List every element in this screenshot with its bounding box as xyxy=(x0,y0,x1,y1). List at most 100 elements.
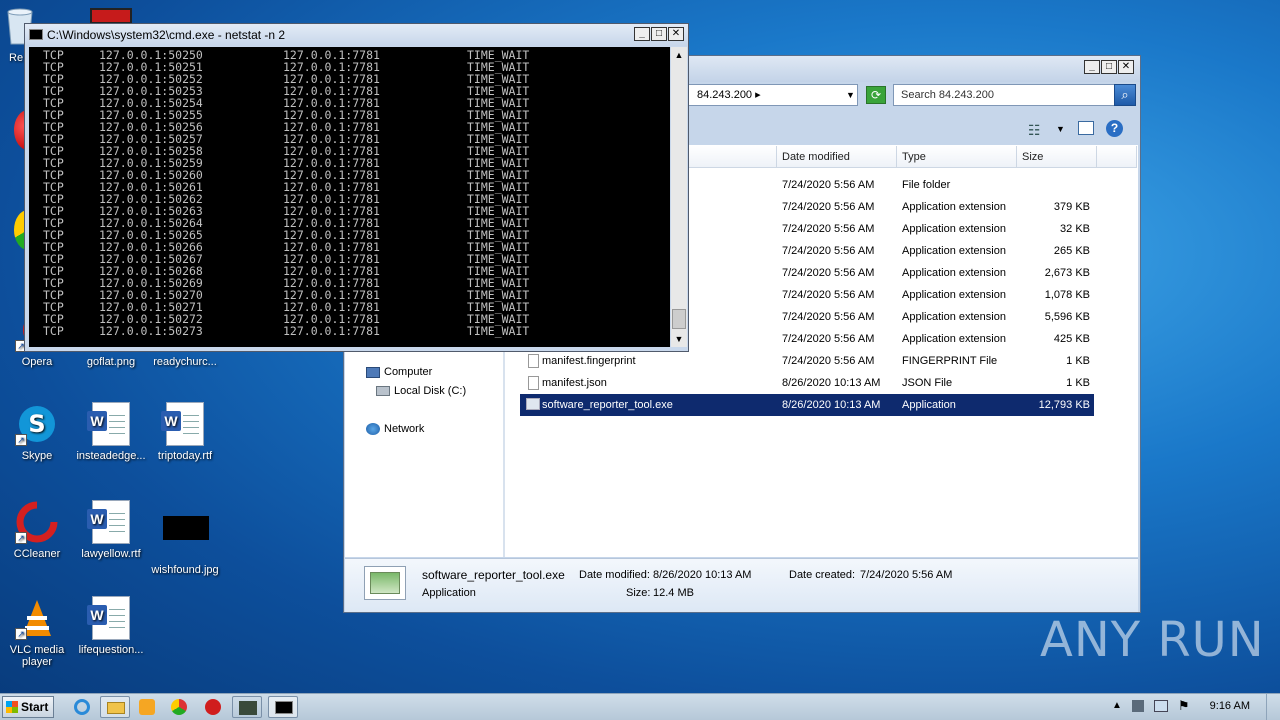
refresh-icon[interactable]: ⟳ xyxy=(866,86,886,104)
file-size: 2,673 KB xyxy=(1044,267,1090,279)
file-date: 8/26/2020 10:13 AM xyxy=(782,399,881,411)
tray-expand-icon[interactable]: ▲ xyxy=(1112,700,1122,711)
vlc-cone-icon: ↗ xyxy=(15,596,59,640)
tray-display-icon[interactable] xyxy=(1154,700,1168,712)
preview-pane-icon[interactable] xyxy=(1078,121,1094,135)
cmd-window-controls: _ □ ✕ xyxy=(634,27,684,41)
view-options-icon[interactable]: ☷ xyxy=(1028,122,1041,139)
desktop-icon-label: wishfound.jpg xyxy=(151,564,219,576)
search-input[interactable]: Search 84.243.200 xyxy=(893,84,1115,106)
file-type: Application xyxy=(902,399,956,411)
desktop-icon-lifequestion[interactable]: W lifequestion... xyxy=(74,596,148,656)
file-date: 7/24/2020 5:56 AM xyxy=(782,289,875,301)
close-button[interactable]: ✕ xyxy=(1118,60,1134,74)
nav-item-computer[interactable]: Computer xyxy=(366,364,432,380)
console-cell: 127.0.0.1:50273 xyxy=(99,324,203,338)
taskbar-app-icon[interactable] xyxy=(232,696,262,718)
file-name: manifest.json xyxy=(542,377,607,389)
file-date: 7/24/2020 5:56 AM xyxy=(782,267,875,279)
ccleaner-icon: ↗ xyxy=(15,500,59,544)
start-button[interactable]: Start xyxy=(2,696,54,718)
desktop-icon-label: CCleaner xyxy=(13,548,61,560)
help-icon[interactable]: ? xyxy=(1106,120,1123,137)
application-icon xyxy=(526,398,540,410)
minimize-button[interactable]: _ xyxy=(634,27,650,41)
file-row[interactable]: manifest.json 8/26/2020 10:13 AM JSON Fi… xyxy=(520,372,1094,394)
taskbar-ie-icon[interactable] xyxy=(68,696,98,718)
details-kind: Application xyxy=(422,587,476,599)
column-header-size[interactable]: Size xyxy=(1017,146,1097,168)
search-icon[interactable]: ⌕ xyxy=(1114,84,1136,106)
computer-icon xyxy=(366,366,380,378)
scroll-thumb[interactable] xyxy=(672,309,686,329)
column-header-extra[interactable] xyxy=(1097,146,1137,168)
taskbar: Start ▲ ⚑ 9:16 AM xyxy=(0,693,1280,720)
desktop-icon-label: readychurc... xyxy=(153,356,217,368)
nav-label-local-disk: Local Disk (C:) xyxy=(394,385,467,397)
file-row-selected[interactable]: software_reporter_tool.exe 8/26/2020 10:… xyxy=(520,394,1094,416)
file-date: 7/24/2020 5:56 AM xyxy=(782,223,875,235)
view-dropdown-icon[interactable]: ▼ xyxy=(1056,124,1065,134)
column-header-date[interactable]: Date modified xyxy=(777,146,897,168)
file-type: Application extension xyxy=(902,223,1006,235)
scroll-up-icon[interactable]: ▲ xyxy=(671,47,687,63)
file-size: 32 KB xyxy=(1060,223,1090,235)
generic-file-icon xyxy=(528,354,539,368)
console-cell: TIME_WAIT xyxy=(467,324,530,338)
console-scrollbar[interactable]: ▲ ▼ xyxy=(671,47,687,347)
taskbar-explorer-icon[interactable] xyxy=(100,696,130,718)
desktop-icon-ccleaner[interactable]: ↗ CCleaner xyxy=(0,500,74,560)
column-header-type[interactable]: Type xyxy=(897,146,1017,168)
desktop-icon-skype[interactable]: S ↗ Skype xyxy=(0,402,74,462)
console-output[interactable]: TCP 127.0.0.1:50250 127.0.0.1:7781 TIME_WAI… xyxy=(29,47,670,347)
cmd-title: C:\Windows\system32\cmd.exe - netstat -n… xyxy=(47,28,286,42)
show-desktop-button[interactable] xyxy=(1266,694,1280,720)
shortcut-arrow-icon: ↗ xyxy=(15,532,27,544)
cmd-titlebar[interactable]: C:\Windows\system32\cmd.exe - netstat -n… xyxy=(25,24,688,46)
tray-network-icon[interactable] xyxy=(1132,700,1144,712)
desktop-icon-lawyellow[interactable]: W lawyellow.rtf xyxy=(74,500,148,560)
nav-item-network[interactable]: Network xyxy=(366,421,424,437)
details-modified-value: 8/26/2020 10:13 AM xyxy=(653,569,752,581)
desktop-icon-wishfound[interactable]: wishfound.jpg xyxy=(148,500,222,576)
app-icon-red[interactable] xyxy=(90,8,132,24)
desktop-icon-triptoday[interactable]: W triptoday.rtf xyxy=(148,402,222,462)
taskbar-clock[interactable]: 9:16 AM xyxy=(1210,700,1250,712)
scroll-down-icon[interactable]: ▼ xyxy=(671,331,687,347)
desktop-icon-vlc[interactable]: ↗ VLC media player xyxy=(0,596,74,668)
maximize-button[interactable]: □ xyxy=(1101,60,1117,74)
tray-flag-icon[interactable]: ⚑ xyxy=(1178,698,1190,714)
minimize-button[interactable]: _ xyxy=(1084,60,1100,74)
file-row[interactable]: manifest.fingerprint 7/24/2020 5:56 AM F… xyxy=(520,350,1094,372)
address-bar[interactable]: 84.243.200 ▸ xyxy=(688,84,858,106)
watermark-text: ANY RUN xyxy=(1040,612,1265,668)
taskbar-cmd-icon[interactable] xyxy=(268,696,298,718)
details-modified-label: Date modified: xyxy=(579,569,650,581)
maximize-button[interactable]: □ xyxy=(651,27,667,41)
taskbar-opera-icon[interactable] xyxy=(198,696,228,718)
address-dropdown-icon[interactable]: ▼ xyxy=(846,90,855,100)
drive-icon xyxy=(376,386,390,397)
taskbar-media-player-icon[interactable] xyxy=(132,696,162,718)
nav-item-local-disk[interactable]: Local Disk (C:) xyxy=(376,383,466,399)
details-created-label: Date created: xyxy=(789,569,856,581)
file-type: File folder xyxy=(902,179,951,191)
taskbar-chrome-icon[interactable] xyxy=(164,696,194,718)
nav-label-network: Network xyxy=(384,423,425,435)
word-document-icon: W xyxy=(87,596,133,640)
anyrun-watermark: ANY RUN xyxy=(1040,612,1265,668)
file-date: 7/24/2020 5:56 AM xyxy=(782,333,875,345)
file-date: 7/24/2020 5:56 AM xyxy=(782,179,875,191)
details-created-value: 7/24/2020 5:56 AM xyxy=(860,569,953,581)
file-type: Application extension xyxy=(902,201,1006,213)
file-type: Application extension xyxy=(902,245,1006,257)
desktop-icon-insteadedge[interactable]: W insteadedge... xyxy=(74,402,148,462)
file-date: 7/24/2020 5:56 AM xyxy=(782,311,875,323)
close-button[interactable]: ✕ xyxy=(668,27,684,41)
file-type: Application extension xyxy=(902,311,1006,323)
windows-logo-icon xyxy=(6,701,18,713)
breadcrumb[interactable]: 84.243.200 xyxy=(697,89,752,101)
file-date: 8/26/2020 10:13 AM xyxy=(782,377,881,389)
file-type: FINGERPRINT File xyxy=(902,355,998,367)
desktop-icon-label: triptoday.rtf xyxy=(157,450,213,462)
